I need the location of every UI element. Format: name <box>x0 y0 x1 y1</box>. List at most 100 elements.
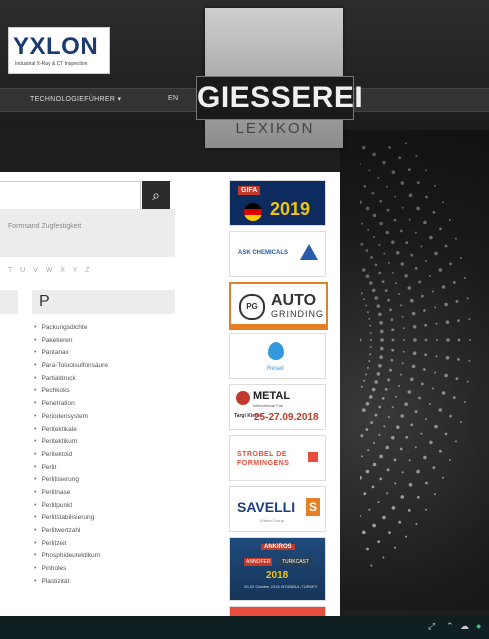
term-item[interactable]: Phosphideutektikum <box>34 550 108 563</box>
ad-metal-fair[interactable]: METAL International Fair Targi Kielce 25… <box>229 384 326 430</box>
decorative-dot <box>399 229 403 233</box>
decorative-dot <box>432 290 434 293</box>
ad-strobel[interactable]: STROBEL DE FORMINGENS <box>229 435 326 481</box>
decorative-dot <box>372 213 377 218</box>
site-logo[interactable]: GIESSEREI <box>196 76 363 120</box>
term-item[interactable]: Pechkoks <box>34 385 108 398</box>
decorative-dot <box>425 508 428 511</box>
term-item[interactable]: Plastizität <box>34 576 108 589</box>
decorative-dot <box>460 421 462 424</box>
decorative-dot <box>389 368 392 372</box>
decorative-dot <box>425 418 427 421</box>
decorative-dot <box>411 311 416 316</box>
term-item[interactable]: Perlitisierung <box>34 474 108 487</box>
alphabet-nav[interactable]: T U V W X Y Z <box>8 267 93 274</box>
ad-gifa[interactable]: GIFA 2019 <box>229 180 326 226</box>
term-item[interactable]: Para-Toluolsulfonsäure <box>34 360 107 373</box>
decorative-dot <box>391 170 396 174</box>
decorative-dot <box>393 218 397 222</box>
strobel-line2: FORMINGENS <box>237 460 290 467</box>
chevron-up-icon[interactable]: ⌃ <box>446 621 454 632</box>
decorative-dot <box>360 434 364 438</box>
term-item[interactable]: Penetration <box>34 398 108 411</box>
term-item[interactable]: Perlit <box>34 462 108 475</box>
auto-line2: GRINDING <box>271 309 324 319</box>
decorative-dot <box>382 556 385 559</box>
network-icon[interactable]: ⤢ <box>428 621 435 632</box>
letter-label: P <box>39 293 50 310</box>
term-item[interactable]: Pinholes <box>34 563 108 576</box>
decorative-dot <box>407 286 412 290</box>
decorative-dot <box>366 547 369 551</box>
decorative-dot <box>435 322 438 325</box>
strobel-mark-icon <box>308 452 318 462</box>
decorative-dot <box>369 353 372 356</box>
decorative-dot <box>387 416 390 419</box>
decorative-dot <box>360 292 363 295</box>
term-item[interactable]: Perlitpunkt <box>34 500 108 513</box>
decorative-dot <box>380 338 384 342</box>
decorative-dot <box>391 406 394 409</box>
decorative-dot <box>396 251 400 255</box>
search-input[interactable] <box>0 181 141 211</box>
decorative-dot <box>372 523 376 528</box>
term-item[interactable]: Peritektikum <box>34 436 108 449</box>
decorative-dot <box>395 395 398 398</box>
term-item[interactable]: Packungsdichte <box>34 322 108 335</box>
related-terms[interactable]: Formsand Zugfestigkeit <box>8 223 81 230</box>
decorative-dot <box>408 193 413 197</box>
decorative-dot <box>408 218 411 221</box>
term-item[interactable]: Pantanax <box>34 347 108 360</box>
decorative-dot <box>369 281 373 285</box>
decorative-dot <box>433 184 436 187</box>
decorative-dot <box>400 304 403 307</box>
term-item[interactable]: Perlitzeit <box>34 538 108 551</box>
ad-droplet[interactable]: Reseil <box>229 333 326 379</box>
decorative-dot <box>371 191 375 195</box>
decorative-dot <box>398 520 402 524</box>
nav-language[interactable]: EN <box>168 95 178 102</box>
decorative-dot <box>369 346 372 349</box>
decorative-dot <box>374 263 378 267</box>
yxlon-logo[interactable]: YXLON Industrial X-Ray & CT Inspection <box>8 27 110 74</box>
decorative-dot <box>441 391 446 395</box>
term-item[interactable]: Partialdruck <box>34 373 108 386</box>
cloud-icon[interactable]: ☁ <box>460 621 469 632</box>
status-icon[interactable]: ● <box>476 621 481 631</box>
decorative-dot <box>423 368 426 371</box>
decorative-dot <box>363 492 367 496</box>
decorative-dot <box>416 181 420 185</box>
term-item[interactable]: Paketieren <box>34 335 108 348</box>
search-button[interactable]: ⌕ <box>142 181 170 209</box>
term-item[interactable]: Peritektikale <box>34 424 108 437</box>
decorative-dot <box>425 259 427 262</box>
ad-auto-grinding[interactable]: PG AUTO GRINDING <box>229 282 328 330</box>
nav-technology[interactable]: TECHNOLOGIEFÜHRER ▾ <box>30 95 121 103</box>
decorative-dot <box>416 206 420 211</box>
decorative-dot <box>365 206 370 211</box>
decorative-dot <box>386 185 389 188</box>
decorative-dot <box>377 540 381 543</box>
term-item[interactable]: Periodensystem <box>34 411 108 424</box>
term-item[interactable]: Peritektoid <box>34 449 108 462</box>
decorative-dot <box>412 351 417 355</box>
decorative-dot <box>372 152 376 157</box>
term-item[interactable]: Perlitwertzahl <box>34 525 108 538</box>
decorative-dot <box>439 227 442 231</box>
decorative-dot <box>405 142 407 145</box>
decorative-dot <box>401 362 404 365</box>
decorative-dot <box>394 195 397 198</box>
ankiros-right: TURKCAST <box>280 558 311 566</box>
decorative-dot <box>420 432 423 435</box>
decorative-dot <box>457 358 460 361</box>
decorative-dot <box>416 495 420 499</box>
ad-ask-chemicals[interactable]: ASK CHEMICALS <box>229 231 326 277</box>
decorative-dot <box>403 339 405 341</box>
decorative-dot <box>429 235 433 240</box>
term-item[interactable]: Perlitnase <box>34 487 108 500</box>
decorative-dot <box>452 396 456 399</box>
ad-ankiros[interactable]: ANKIROS ANNOFER TURKCAST 2018 20-22 Octo… <box>229 537 326 601</box>
ad-savelli[interactable]: SAVELLI S Kühne Group <box>229 486 326 532</box>
decorative-dot <box>428 275 431 277</box>
term-item[interactable]: Perlitstabilisierung <box>34 512 108 525</box>
